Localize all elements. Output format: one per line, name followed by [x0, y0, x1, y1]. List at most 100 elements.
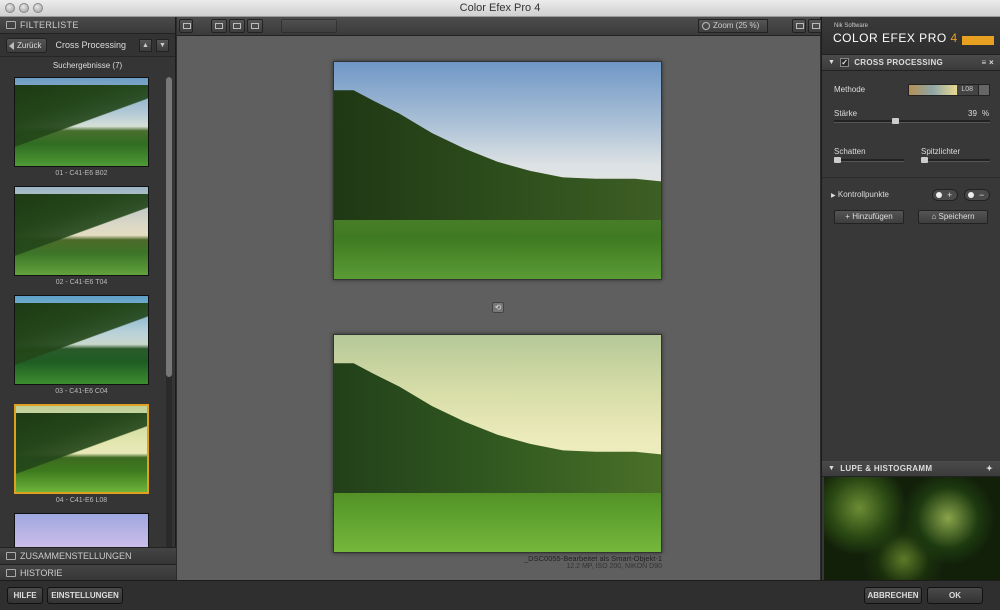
- expand-arrow-icon: ▶: [831, 193, 836, 199]
- split-view-button[interactable]: [229, 19, 245, 33]
- category-title: Cross Processing: [55, 40, 126, 50]
- compare-button-disabled[interactable]: [281, 19, 337, 33]
- plus-icon: +: [947, 190, 953, 200]
- methode-value: L08: [961, 86, 973, 93]
- loupe-preview: [824, 477, 1000, 580]
- brand-header: Nik Software COLOR EFEX PRO 4: [822, 17, 1000, 55]
- filter-list-title: FILTERLISTE: [20, 19, 79, 30]
- filter-enabled-checkbox[interactable]: ✓: [840, 58, 850, 67]
- save-icon: ⌂: [931, 212, 939, 221]
- side-by-side-icon: [251, 23, 259, 29]
- panel-icon: [6, 21, 16, 29]
- thumbnail-label: 03 - C41-E6 C04: [55, 388, 108, 395]
- background-button[interactable]: [792, 19, 806, 33]
- methode-dropdown[interactable]: L08: [908, 84, 990, 96]
- thumbnail-05[interactable]: [14, 513, 149, 549]
- tab-historie[interactable]: HISTORIE: [0, 564, 176, 581]
- collapse-arrow-icon[interactable]: ▼: [828, 55, 835, 71]
- next-filter-button[interactable]: ▼: [156, 38, 169, 52]
- thumbnail-image: [15, 296, 148, 384]
- add-control-point-button[interactable]: +: [932, 189, 958, 201]
- background-icon: [796, 23, 804, 29]
- spitzlichter-slider[interactable]: [921, 157, 990, 163]
- swap-views-icon[interactable]: ⟲: [492, 302, 504, 313]
- thumbnail-scrollbar[interactable]: [166, 77, 172, 549]
- cancel-button[interactable]: ABBRECHEN: [864, 587, 922, 604]
- minimize-window-button[interactable]: [19, 3, 29, 13]
- brand-title-text: COLOR EFEX PRO: [833, 31, 947, 45]
- tab-label: ZUSAMMENSTELLUNGEN: [20, 550, 132, 561]
- staerke-unit: %: [982, 109, 990, 118]
- lupe-header[interactable]: ▼ LUPE & HISTOGRAMM ✦: [822, 461, 1000, 477]
- split-view-icon: [233, 23, 241, 29]
- brand-title: COLOR EFEX PRO 4: [833, 31, 958, 45]
- zoom-control[interactable]: Zoom (25 %): [698, 19, 768, 33]
- nik-logo: [962, 36, 994, 45]
- side-by-side-view-button[interactable]: [247, 19, 263, 33]
- previous-filter-button[interactable]: ▲: [139, 38, 152, 52]
- thumbnail-04-selected[interactable]: [14, 404, 149, 494]
- kontrollpunkte-row[interactable]: ▶ Kontrollpunkte: [831, 190, 889, 199]
- slider-knob[interactable]: [834, 157, 841, 163]
- thumbnail-01[interactable]: [14, 77, 149, 167]
- settings-button[interactable]: EINSTELLUNGEN: [47, 587, 123, 604]
- layout-icon: [183, 23, 191, 29]
- minus-icon: −: [979, 190, 985, 200]
- thumbnail-label: 01 - C41-E6 B02: [55, 170, 108, 177]
- close-window-button[interactable]: [5, 3, 15, 13]
- preview-toolbar: Zoom (25 %): [177, 17, 822, 36]
- pin-icon[interactable]: ✦: [986, 461, 993, 477]
- staerke-slider[interactable]: [834, 118, 990, 124]
- staerke-value[interactable]: 39: [968, 109, 977, 118]
- filter-nav-row: Zurück Cross Processing ▲ ▼: [0, 34, 175, 57]
- thumbnail-image: [15, 187, 148, 275]
- brand-version: 4: [950, 31, 958, 45]
- filter-menu-icon[interactable]: ≡ ×: [982, 55, 994, 71]
- help-button[interactable]: HILFE: [7, 587, 43, 604]
- toggle-panel-button[interactable]: [179, 19, 193, 33]
- bottom-bar: HILFE EINSTELLUNGEN ABBRECHEN OK: [0, 580, 1000, 610]
- spitzlichter-label: Spitzlichter: [921, 147, 961, 156]
- hinzufuegen-label: Hinzufügen: [852, 212, 893, 221]
- ok-button[interactable]: OK: [927, 587, 983, 604]
- filter-list-header[interactable]: FILTERLISTE: [0, 17, 175, 34]
- staerke-label: Stärke: [834, 109, 858, 118]
- methode-label: Methode: [834, 85, 866, 94]
- title-bar: Color Efex Pro 4: [0, 0, 1000, 17]
- thumbnail-02[interactable]: [14, 186, 149, 276]
- image-filename: _DSC0055-Bearbeitet als Smart-Objekt-1: [524, 554, 662, 563]
- window-controls: [5, 3, 43, 13]
- schatten-slider[interactable]: [834, 157, 904, 163]
- back-button[interactable]: Zurück: [6, 37, 48, 53]
- lupe-title: LUPE & HISTOGRAMM: [840, 463, 933, 473]
- zoom-window-button[interactable]: [33, 3, 43, 13]
- window-title: Color Efex Pro 4: [459, 2, 541, 14]
- filter-name: CROSS PROCESSING: [854, 57, 944, 67]
- scrollbar-thumb[interactable]: [166, 77, 172, 377]
- hinzufuegen-button[interactable]: + Hinzufügen: [834, 210, 904, 224]
- image-metadata: 12.2 MP, ISO 200, NIKON D90: [566, 563, 662, 570]
- collapse-arrow-icon[interactable]: ▼: [828, 461, 835, 477]
- thumbnail-image: [15, 78, 148, 166]
- recipes-icon: [6, 552, 16, 560]
- tab-zusammenstellungen[interactable]: ZUSAMMENSTELLUNGEN: [0, 547, 176, 564]
- slider-knob[interactable]: [892, 118, 900, 124]
- filter-list-panel: FILTERLISTE Zurück Cross Processing ▲ ▼ …: [0, 17, 176, 581]
- fullscreen-icon: [812, 23, 820, 29]
- filter-settings-panel: Nik Software COLOR EFEX PRO 4 ▼ ✓ CROSS …: [821, 17, 1000, 580]
- tab-label: HISTORIE: [20, 567, 63, 578]
- single-view-button[interactable]: [211, 19, 227, 33]
- slider-knob[interactable]: [921, 157, 928, 163]
- remove-control-point-button[interactable]: −: [964, 189, 990, 201]
- speichern-button[interactable]: ⌂ Speichern: [918, 210, 988, 224]
- preview-area: Zoom (25 %) ⟲ _DSC0055-Bearbeitet als Sm…: [177, 17, 822, 580]
- thumbnail-label: 04 - C41-E6 L08: [55, 497, 108, 504]
- brand-company: Nik Software: [834, 23, 869, 29]
- kontrollpunkte-label: Kontrollpunkte: [837, 190, 890, 199]
- filter-header[interactable]: ▼ ✓ CROSS PROCESSING ≡ ×: [822, 55, 1000, 71]
- thumbnail-03[interactable]: [14, 295, 149, 385]
- schatten-label: Schatten: [834, 147, 866, 156]
- thumbnail-label: 02 - C41-E6 T04: [55, 279, 108, 286]
- fullscreen-button[interactable]: [808, 19, 822, 33]
- original-image: [333, 61, 662, 280]
